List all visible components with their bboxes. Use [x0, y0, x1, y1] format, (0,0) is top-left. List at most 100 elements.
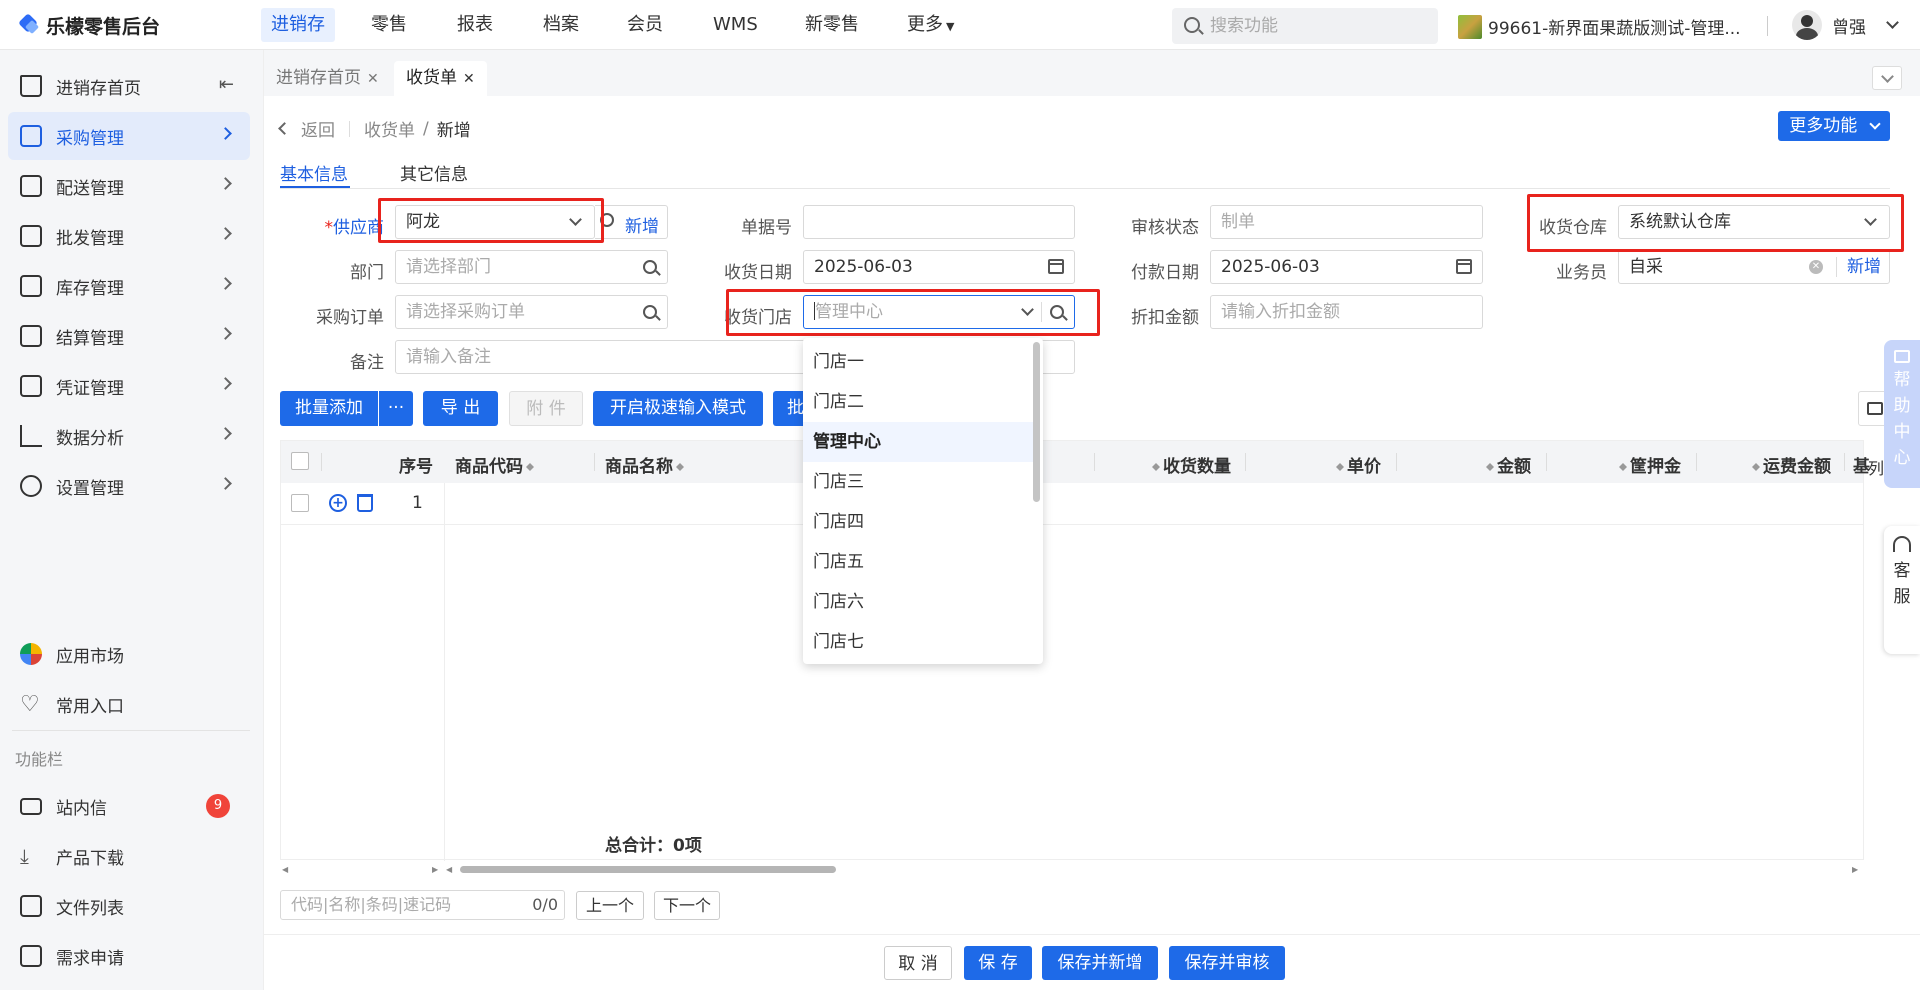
select-all-checkbox[interactable] — [291, 452, 309, 470]
sidebar-item-settings[interactable]: 设置管理 — [8, 462, 250, 510]
search-icon[interactable] — [643, 305, 657, 319]
dropdown-option[interactable]: 门店七 — [803, 622, 1033, 662]
prev-button[interactable]: 上一个 — [576, 891, 644, 920]
next-button[interactable]: 下一个 — [654, 891, 720, 920]
search-icon[interactable] — [643, 260, 657, 274]
store-select[interactable]: 管理中心 — [803, 295, 1075, 329]
export-button[interactable]: 导 出 — [423, 391, 498, 426]
col-label: 金额 — [1497, 457, 1531, 477]
nav-archive[interactable]: 档案 — [533, 8, 589, 42]
save-and-new-button[interactable]: 保存并新增 — [1042, 946, 1158, 980]
dropdown-option[interactable]: 门店二 — [803, 382, 1033, 422]
col-freight-amount[interactable]: 运费金额 — [1749, 452, 1831, 477]
batch-add-button[interactable]: 批量添加 — [280, 391, 378, 426]
customer-service-tab[interactable]: 客 服 — [1884, 526, 1920, 654]
user-menu[interactable]: 曾强 — [1792, 10, 1899, 40]
nav-more[interactable]: 更多 ▼ — [897, 8, 964, 42]
store-selector[interactable]: 99661-新界面果蔬版测试-管理... — [1458, 14, 1741, 39]
warehouse-select[interactable]: 系统默认仓库 — [1618, 205, 1890, 239]
sidebar-item-messages[interactable]: 站内信 9 — [8, 782, 250, 830]
scroll-left-icon[interactable]: ◀ — [282, 865, 288, 874]
breadcrumb-parent[interactable]: 收货单 — [364, 116, 415, 141]
sidebar-item-inventory[interactable]: 库存管理 — [8, 262, 250, 310]
clerk-select[interactable]: 自采 ✕ 新增 — [1618, 250, 1890, 284]
nav-wms[interactable]: WMS — [703, 8, 768, 42]
sidebar-item-label: 库存管理 — [56, 278, 124, 299]
sidebar-item-settlement[interactable]: 结算管理 — [8, 312, 250, 360]
clear-icon[interactable]: ✕ — [1809, 260, 1823, 274]
sidebar-item-files[interactable]: 文件列表 — [8, 882, 250, 930]
col-goods-name[interactable]: 商品名称 — [605, 452, 687, 477]
col-unit-price[interactable]: 单价 — [1333, 452, 1381, 477]
scroll-thumb[interactable] — [460, 866, 836, 873]
add-row-icon[interactable]: + — [329, 494, 347, 512]
tab-jxc-home[interactable]: 进销存首页 ✕ — [264, 61, 391, 96]
help-center-tab[interactable]: 帮 助 中 心 — [1884, 340, 1920, 488]
row-checkbox[interactable] — [291, 494, 309, 512]
col-basket-deposit[interactable]: 筐押金 — [1616, 452, 1681, 477]
back-icon[interactable] — [278, 122, 291, 135]
close-icon[interactable]: ✕ — [367, 71, 379, 87]
scroll-left-icon[interactable]: ◀ — [446, 865, 452, 874]
sidebar-item-app-market[interactable]: 应用市场 — [8, 630, 250, 678]
scroll-right-icon[interactable]: ▶ — [1852, 865, 1858, 874]
sidebar-item-purchase[interactable]: 采购管理 — [8, 112, 250, 160]
goods-finder-input[interactable]: 代码|名称|条码|速记码 0/0 — [280, 890, 565, 920]
fast-input-mode-button[interactable]: 开启极速输入模式 — [593, 391, 763, 426]
supplier-select[interactable]: 阿龙 — [395, 205, 595, 239]
sidebar-item-voucher[interactable]: 凭证管理 — [8, 362, 250, 410]
batch-add-more-button[interactable]: ··· — [379, 391, 413, 426]
dropdown-option[interactable]: 门店一 — [803, 342, 1033, 382]
sidebar-item-home[interactable]: 进销存首页 ⇤ — [8, 62, 250, 110]
dropdown-option[interactable]: 门店三 — [803, 462, 1033, 502]
scroll-right-icon[interactable]: ▶ — [432, 865, 438, 874]
tab-other-info[interactable]: 其它信息 — [400, 160, 468, 185]
clerk-add-link[interactable]: 新增 — [1847, 251, 1881, 283]
nav-jxc[interactable]: 进销存 — [261, 8, 335, 42]
column-settings-label[interactable]: 列 — [1868, 455, 1884, 479]
back-link[interactable]: 返回 — [301, 116, 335, 141]
sidebar-item-analytics[interactable]: 数据分析 — [8, 412, 250, 460]
nav-report[interactable]: 报表 — [447, 8, 503, 42]
sort-icon — [1619, 459, 1627, 473]
col-amount[interactable]: 金额 — [1483, 452, 1531, 477]
sidebar-item-requests[interactable]: 需求申请 — [8, 932, 250, 980]
col-receive-qty[interactable]: 收货数量 — [1149, 452, 1231, 477]
calendar-icon — [1456, 259, 1472, 274]
nav-new-retail[interactable]: 新零售 — [795, 8, 869, 42]
nav-retail[interactable]: 零售 — [361, 8, 417, 42]
dropdown-option[interactable]: 门店四 — [803, 502, 1033, 542]
function-search-input[interactable]: 搜索功能 — [1172, 8, 1438, 44]
tab-receipt[interactable]: 收货单 ✕ — [394, 61, 487, 96]
horizontal-scrollbar[interactable]: ◀ ▶ ◀ ▶ — [280, 862, 1864, 876]
save-and-audit-button[interactable]: 保存并审核 — [1169, 946, 1285, 980]
col-goods-code[interactable]: 商品代码 — [455, 452, 537, 477]
po-select[interactable]: 请选择采购订单 — [395, 295, 668, 329]
cancel-button[interactable]: 取 消 — [884, 946, 952, 980]
discount-input[interactable]: 请输入折扣金额 — [1210, 295, 1483, 329]
chevron-right-icon — [219, 177, 232, 190]
save-button[interactable]: 保 存 — [964, 946, 1032, 980]
sidebar-item-download[interactable]: ⤓ 产品下载 — [8, 832, 250, 880]
dept-select[interactable]: 请选择部门 — [395, 250, 668, 284]
dropdown-scrollbar[interactable] — [1033, 342, 1040, 502]
chevron-right-icon — [219, 477, 232, 490]
pay-date-picker[interactable]: 2025-06-03 — [1210, 250, 1483, 284]
supplier-label: *供应商 — [300, 213, 385, 238]
tab-dropdown-button[interactable] — [1872, 66, 1902, 90]
dropdown-option[interactable]: 门店五 — [803, 542, 1033, 582]
delete-row-icon[interactable] — [357, 494, 373, 512]
more-functions-button[interactable]: 更多功能 — [1778, 111, 1890, 141]
nav-member[interactable]: 会员 — [617, 8, 673, 42]
receive-date-picker[interactable]: 2025-06-03 — [803, 250, 1075, 284]
tab-basic-info[interactable]: 基本信息 — [280, 160, 348, 185]
sidebar-item-wholesale[interactable]: 批发管理 — [8, 212, 250, 260]
app-logo[interactable]: 乐檬零售后台 — [18, 12, 160, 39]
dropdown-option[interactable]: 门店六 — [803, 582, 1033, 622]
sidebar-item-favorites[interactable]: ♡ 常用入口 — [8, 680, 250, 728]
search-icon[interactable] — [1050, 305, 1064, 319]
doc-no-input[interactable] — [803, 205, 1075, 239]
dropdown-option-selected[interactable]: 管理中心 — [803, 422, 1033, 462]
sidebar-item-distribution[interactable]: 配送管理 — [8, 162, 250, 210]
close-icon[interactable]: ✕ — [463, 71, 475, 87]
